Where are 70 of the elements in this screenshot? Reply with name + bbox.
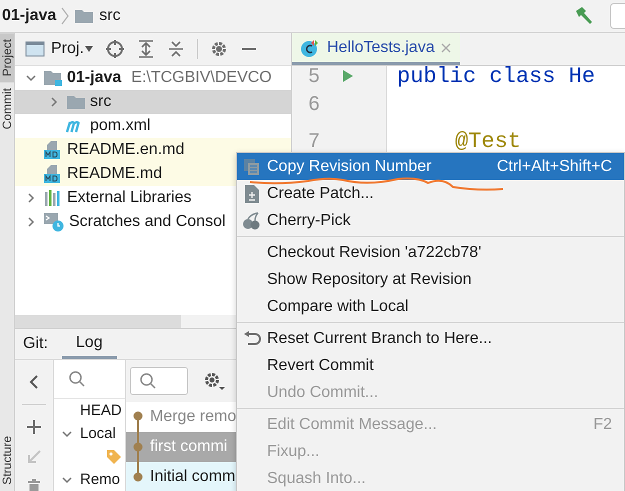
tree-item[interactable]: pom.xml bbox=[15, 114, 291, 138]
module-folder-icon bbox=[43, 69, 63, 87]
module-path: E:\TCGBIV\DEVCO bbox=[131, 69, 272, 87]
side-tab[interactable]: Project bbox=[0, 33, 14, 82]
run-config-field[interactable] bbox=[610, 3, 625, 29]
commit-row[interactable]: Initial comm bbox=[126, 462, 238, 491]
cherry-icon bbox=[242, 212, 262, 230]
trash-icon[interactable] bbox=[26, 479, 42, 491]
scrollbar-thumb[interactable] bbox=[15, 315, 181, 328]
settings-icon[interactable] bbox=[202, 370, 226, 392]
tree-item-label: README.md bbox=[67, 165, 162, 183]
menu-item[interactable]: Show Repository at Revision bbox=[237, 266, 624, 293]
collapse-all-icon[interactable] bbox=[166, 39, 185, 59]
breadcrumb-item[interactable]: src bbox=[99, 7, 121, 25]
tree-item[interactable]: 01-java E:\TCGBIV\DEVCO bbox=[15, 66, 291, 90]
side-tab[interactable]: Structure bbox=[0, 430, 14, 491]
search-field[interactable] bbox=[130, 367, 188, 395]
breadcrumb-item[interactable]: 01-java bbox=[2, 7, 56, 25]
shortcut-label: Ctrl+Alt+Shift+C bbox=[496, 158, 612, 176]
menu-item[interactable]: Reset Current Branch to Here... bbox=[237, 325, 624, 352]
chevron-right-icon bbox=[61, 7, 70, 25]
tree-item-label: Scratches and Consol bbox=[69, 213, 226, 231]
folder-icon bbox=[74, 8, 94, 24]
undo-icon bbox=[242, 330, 262, 346]
search-icon[interactable] bbox=[68, 370, 86, 388]
shortcut-label: F2 bbox=[593, 416, 612, 434]
copy-icon bbox=[243, 158, 261, 176]
branch-item[interactable]: Remo bbox=[80, 471, 120, 488]
run-icon[interactable] bbox=[342, 69, 354, 83]
tree-item-label: External Libraries bbox=[67, 189, 192, 207]
editor-tab[interactable]: HelloTests.java bbox=[292, 33, 460, 65]
tree-item-label: 01-java bbox=[67, 69, 122, 87]
menu-item[interactable]: Cherry-Pick bbox=[237, 207, 624, 234]
editor-tab-label: HelloTests.java bbox=[327, 38, 435, 56]
branch-item[interactable]: HEAD bbox=[80, 402, 122, 419]
window-icon bbox=[25, 41, 45, 57]
plus-icon[interactable] bbox=[26, 419, 42, 435]
branch-item[interactable]: Local bbox=[80, 425, 116, 442]
tree-item-label: src bbox=[90, 93, 112, 111]
tree-item-label: README.en.md bbox=[67, 141, 184, 159]
commit-message: first commi bbox=[150, 438, 228, 456]
view-dropdown[interactable]: Proj. bbox=[51, 40, 93, 58]
folder-icon bbox=[66, 94, 86, 110]
commit-message: Initial comm bbox=[150, 468, 236, 486]
scratches-icon bbox=[43, 212, 65, 232]
commit-message: Merge remo bbox=[150, 408, 236, 426]
line-number: 6 bbox=[307, 93, 321, 116]
expand-all-icon[interactable] bbox=[136, 39, 155, 59]
commit-node-icon bbox=[132, 432, 144, 462]
menu-item[interactable]: Revert Commit bbox=[237, 352, 624, 379]
markdown-file-icon bbox=[43, 164, 63, 184]
markdown-file-icon bbox=[43, 140, 63, 160]
search-icon bbox=[139, 372, 157, 390]
document-plus-icon bbox=[244, 184, 260, 204]
menu-item[interactable]: Checkout Revision 'a722cb78' bbox=[237, 239, 624, 266]
side-tab[interactable]: Commit bbox=[0, 82, 14, 136]
menu-item[interactable]: Copy Revision Number Ctrl+Alt+Shift+C bbox=[237, 153, 624, 180]
hammer-icon[interactable] bbox=[573, 5, 595, 27]
settings-icon[interactable] bbox=[210, 40, 228, 58]
caret-icon bbox=[84, 46, 93, 52]
tag-icon bbox=[106, 448, 122, 464]
tree-item-label: pom.xml bbox=[90, 117, 150, 135]
crosshair-icon[interactable] bbox=[104, 39, 125, 59]
tree-item[interactable]: src bbox=[15, 90, 291, 114]
line-number: 5 bbox=[307, 64, 321, 88]
menu-item[interactable]: Compare with Local bbox=[237, 293, 624, 320]
code-line: @Test bbox=[455, 129, 522, 154]
code-line: public class He bbox=[397, 64, 596, 88]
line-number: 7 bbox=[307, 130, 321, 153]
panel-title: Git: bbox=[23, 335, 48, 353]
